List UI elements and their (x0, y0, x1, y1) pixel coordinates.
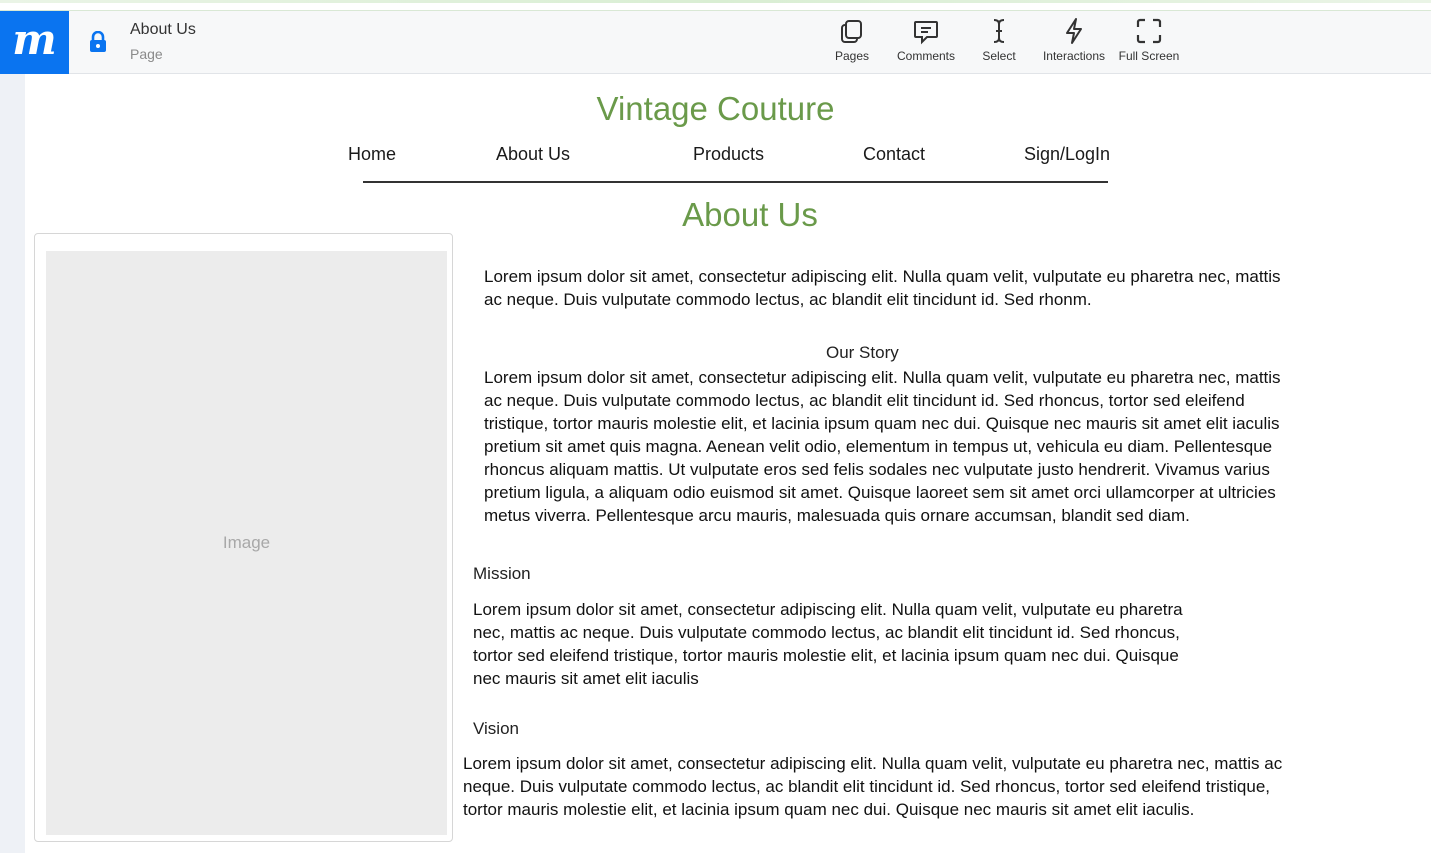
image-card: Image (34, 233, 453, 842)
select-button[interactable]: Select (978, 17, 1020, 71)
current-page-type: Page (130, 46, 163, 62)
browser-top-strip (0, 0, 1431, 11)
app-logo[interactable]: m (0, 11, 69, 74)
about-heading: About Us (682, 196, 818, 233)
interactions-button[interactable]: Interactions (1040, 17, 1108, 71)
image-placeholder: Image (46, 251, 447, 835)
nav-home[interactable]: Home (348, 144, 396, 165)
nav-about-us[interactable]: About Us (496, 144, 570, 165)
pages-button[interactable]: Pages (831, 17, 873, 71)
pages-icon (841, 20, 862, 43)
logo-letter: m (12, 14, 57, 64)
nav-divider (363, 181, 1108, 183)
interactions-label: Interactions (1042, 49, 1106, 63)
vision-heading: Vision (473, 719, 519, 738)
select-label: Select (982, 49, 1016, 63)
select-icon (993, 19, 1005, 43)
full-screen-icon (1136, 18, 1162, 44)
site-title: Vintage Couture (596, 90, 835, 127)
comments-button[interactable]: Comments (893, 17, 959, 71)
pages-label: Pages (834, 49, 870, 63)
comments-icon (914, 21, 938, 45)
nav-products[interactable]: Products (693, 144, 764, 165)
image-placeholder-label: Image (222, 533, 271, 552)
mission-paragraph: Lorem ipsum dolor sit amet, consectetur … (473, 600, 1183, 688)
canvas-left-rail (0, 74, 25, 853)
intro-paragraph: Lorem ipsum dolor sit amet, consectetur … (484, 267, 1281, 309)
comments-label: Comments (896, 49, 955, 63)
nav-contact[interactable]: Contact (863, 144, 925, 165)
lock-icon (90, 31, 106, 52)
nav-sign-login[interactable]: Sign/LogIn (1024, 144, 1110, 165)
our-story-heading: Our Story (826, 343, 899, 362)
interactions-icon (1066, 18, 1082, 44)
our-story-paragraph: Lorem ipsum dolor sit amet, consectetur … (484, 368, 1281, 525)
current-page-name: About Us (130, 21, 196, 38)
full-screen-button[interactable]: Full Screen (1116, 17, 1182, 71)
mission-heading: Mission (473, 564, 531, 583)
vision-paragraph: Lorem ipsum dolor sit amet, consectetur … (463, 754, 1283, 819)
full-screen-label: Full Screen (1118, 49, 1180, 63)
prototype-toolbar: m About Us Page Pages Comments Select In… (0, 11, 1431, 74)
